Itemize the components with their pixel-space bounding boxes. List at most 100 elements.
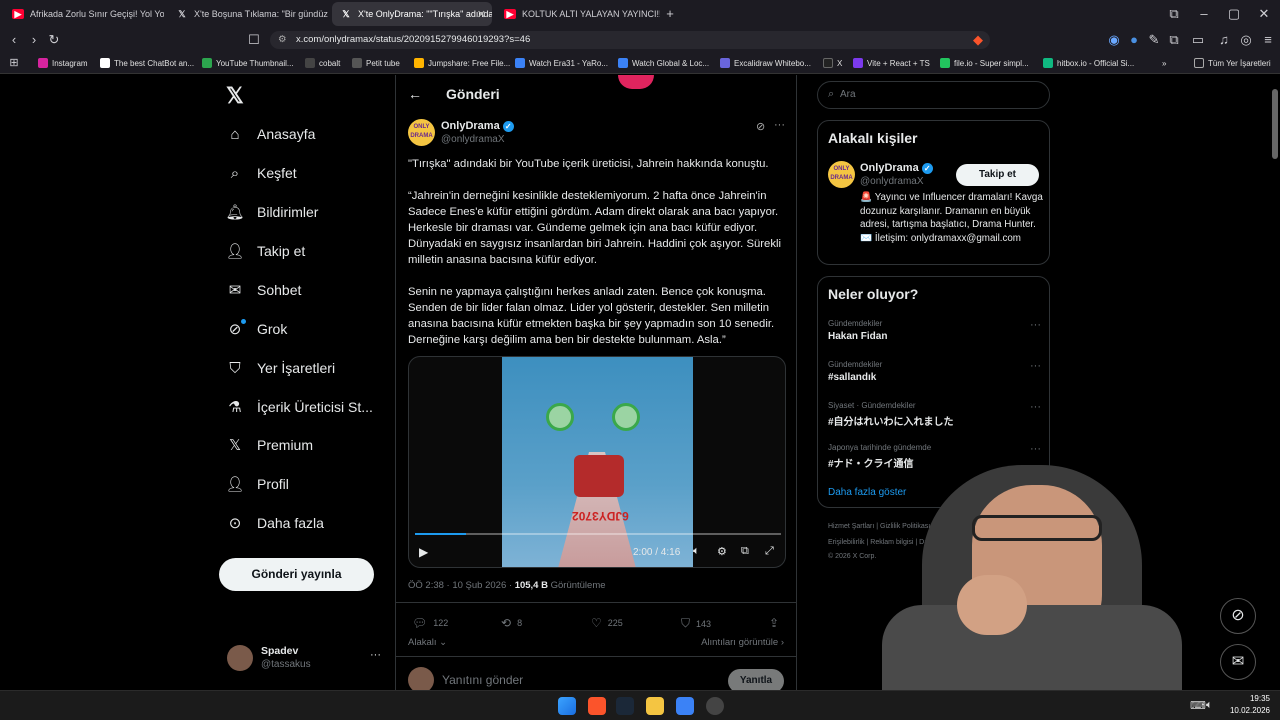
fullscreen-icon[interactable]: ⤢ <box>765 545 774 558</box>
nav-explore[interactable]: ⌕ Keşfet <box>226 161 297 185</box>
like-button[interactable]: ♡ 225 <box>591 616 623 630</box>
close-tab-icon[interactable]: ✕ <box>477 8 486 21</box>
more-bookmarks-icon[interactable]: » <box>1162 56 1166 70</box>
video-seekbar[interactable] <box>415 533 781 535</box>
share-icon[interactable]: ⇪ <box>769 616 785 630</box>
extensions-icon[interactable]: ⧉ <box>1166 6 1182 22</box>
nav-grok[interactable]: ⊘ Grok <box>226 317 288 341</box>
bookmark-item[interactable]: Watch Era31 - YaRo... <box>515 56 608 70</box>
nav-notifications[interactable]: 🔔︎ Bildirimler <box>225 200 318 224</box>
post-button[interactable]: Gönderi yayınla <box>219 558 374 591</box>
maximize-icon[interactable]: ▢ <box>1226 6 1242 22</box>
search-input[interactable]: ⌕ Ara <box>817 81 1050 109</box>
bookmark-item[interactable]: Excalidraw Whitebo... <box>720 56 811 70</box>
avatar[interactable] <box>227 645 253 671</box>
brave-shield-icon[interactable]: ◆ <box>970 32 986 48</box>
trend-item[interactable]: Gündemdekiler #sallandık ··· <box>828 360 1041 383</box>
post-intro: "Tırışka" adındaki bir YouTube içerik ür… <box>408 158 769 170</box>
more-options-icon[interactable]: ··· <box>774 119 785 131</box>
close-window-icon[interactable]: ✕ <box>1256 6 1272 22</box>
play-icon[interactable]: ▶ <box>419 545 428 559</box>
windows-start-icon[interactable] <box>558 697 576 715</box>
scrollbar[interactable] <box>1272 89 1278 159</box>
avatar[interactable]: ONLY DRAMA <box>828 161 855 188</box>
all-bookmarks[interactable]: Tüm Yer İşaretleri <box>1194 56 1271 70</box>
bookmark-item[interactable]: hitbox.io - Official Si... <box>1043 56 1134 70</box>
bookmark-page-icon[interactable]: ☐ <box>246 32 262 48</box>
volume-icon[interactable]: 🔈︎ <box>1206 699 1213 712</box>
network-icon[interactable]: ⌨ <box>1190 699 1206 712</box>
repost-button[interactable]: ⟲ 8 <box>501 616 522 630</box>
nav-follow[interactable]: 👤︎ Takip et <box>225 239 305 263</box>
back-icon[interactable]: ‹ <box>6 32 22 48</box>
bookmark-item[interactable]: Petit tube <box>352 56 400 70</box>
view-quotes-link[interactable]: Alıntıları görüntüle › <box>701 637 784 648</box>
media-icon[interactable]: ♫ <box>1216 32 1232 48</box>
post-meta: ÖÖ 2:38 · 10 Şub 2026 · 105,4 B Görüntül… <box>408 580 606 591</box>
extension-icon[interactable]: ✎ <box>1146 32 1162 48</box>
reload-icon[interactable]: ↻ <box>46 32 62 48</box>
extension-icon[interactable]: ◉ <box>1106 32 1122 48</box>
browser-tab[interactable]: 𝕏 X'te Boşuna Tıklama: "Bir gündüz kuş <box>168 2 328 26</box>
person-name[interactable]: OnlyDrama ✓ <box>860 162 933 174</box>
bookmark-button[interactable]: ⛉ 143 <box>681 616 711 631</box>
nav-creator-studio[interactable]: ⚗ İçerik Üreticisi St... <box>226 395 373 419</box>
more-options-icon: ··· <box>1030 360 1041 372</box>
bookmark-item[interactable]: Vite + React + TS <box>853 56 930 70</box>
settings-icon[interactable]: ⚙ <box>717 545 727 558</box>
menu-icon[interactable]: ≡ <box>1260 32 1276 48</box>
forward-icon[interactable]: › <box>26 32 42 48</box>
trend-item[interactable]: Siyaset · Gündemdekiler #自分はれいわに入れました ··· <box>828 401 1041 428</box>
reply-button[interactable]: Yanıtla <box>728 669 784 690</box>
bookmark-item[interactable]: YouTube Thumbnail... <box>202 56 294 70</box>
more-options-icon: ··· <box>1030 443 1041 455</box>
related-dropdown[interactable]: Alakalı ⌄ <box>408 637 447 648</box>
nav-home[interactable]: ⌂ Anasayfa <box>226 122 315 146</box>
person-handle: @onlydramaX <box>860 176 924 187</box>
back-arrow-icon[interactable]: ← <box>408 86 422 102</box>
follow-button[interactable]: Takip et <box>956 164 1039 186</box>
bookmark-item[interactable]: X <box>823 56 842 70</box>
bookmark-item[interactable]: Instagram <box>38 56 88 70</box>
bookmark-item[interactable]: Watch Global & Loc... <box>618 56 709 70</box>
nav-chat[interactable]: ✉ Sohbet <box>226 278 302 302</box>
new-tab-icon[interactable]: + <box>662 6 678 22</box>
volume-icon[interactable]: 🔈︎ <box>693 545 700 558</box>
obs-icon[interactable] <box>706 697 724 715</box>
app-icon[interactable] <box>676 697 694 715</box>
folder-icon[interactable] <box>646 697 664 715</box>
author-name[interactable]: OnlyDrama ✓ <box>441 120 514 132</box>
url-input[interactable]: ⚙ x.com/onlydramax/status/20209152799460… <box>270 31 990 49</box>
main-column: ← Gönderi ONLY DRAMA OnlyDrama ✓ @onlydram… <box>395 75 797 690</box>
reply-input[interactable]: Yanıtını gönder <box>442 673 523 687</box>
apps-icon[interactable]: ⊞ <box>6 55 22 71</box>
steam-icon[interactable] <box>616 697 634 715</box>
bookmark-item[interactable]: The best ChatBot an... <box>100 56 194 70</box>
account-more-icon[interactable]: ··· <box>370 649 381 661</box>
repost-icon: ⟲ <box>501 616 512 630</box>
nav-profile[interactable]: 👤︎ Profil <box>225 472 288 496</box>
wallet-icon[interactable]: ◎ <box>1238 32 1254 48</box>
x-logo-icon[interactable]: 𝕏 <box>226 83 244 109</box>
reply-button[interactable]: 💬︎ 122 <box>412 616 448 630</box>
browser-tab[interactable]: ▶ KOLTUK ALTI YALAYAN YAYINCI!! 😭 | E <box>496 2 660 26</box>
trend-item[interactable]: Gündemdekiler Hakan Fidan ··· <box>828 319 1041 342</box>
bookmark-item[interactable]: file.io - Super simpl... <box>940 56 1029 70</box>
video-player[interactable]: 6JDY3702 ▶ 2:00 / 4:16 🔈︎ ⚙ ⧉ ⤢ <box>408 356 786 568</box>
nav-bookmarks[interactable]: ⛉ Yer İşaretleri <box>226 356 335 380</box>
extensions-icon[interactable]: ⧉ <box>1166 32 1182 48</box>
brave-icon[interactable] <box>588 697 606 715</box>
sidebar-icon[interactable]: ▭ <box>1190 32 1206 48</box>
nav-premium[interactable]: 𝕏 Premium <box>226 433 313 457</box>
extension-icon[interactable]: ● <box>1126 32 1142 48</box>
pip-icon[interactable]: ⧉ <box>741 545 749 558</box>
bookmark-item[interactable]: Jumpshare: Free File... <box>414 56 510 70</box>
browser-tab[interactable]: ▶ Afrikada Zorlu Sınır Geçişi! Yol Yok R… <box>4 2 164 26</box>
grok-icon[interactable]: ⊘ <box>756 120 765 133</box>
browser-tab-active[interactable]: 𝕏 X'te OnlyDrama: ""Tırışka" adındaki ✕ <box>332 2 492 26</box>
author-avatar[interactable]: ONLY DRAMA <box>408 119 435 146</box>
minimize-icon[interactable]: – <box>1196 6 1212 22</box>
nav-more[interactable]: ⊙ Daha fazla <box>226 511 324 535</box>
seekbar-fill <box>415 533 467 535</box>
bookmark-item[interactable]: cobalt <box>305 56 340 70</box>
